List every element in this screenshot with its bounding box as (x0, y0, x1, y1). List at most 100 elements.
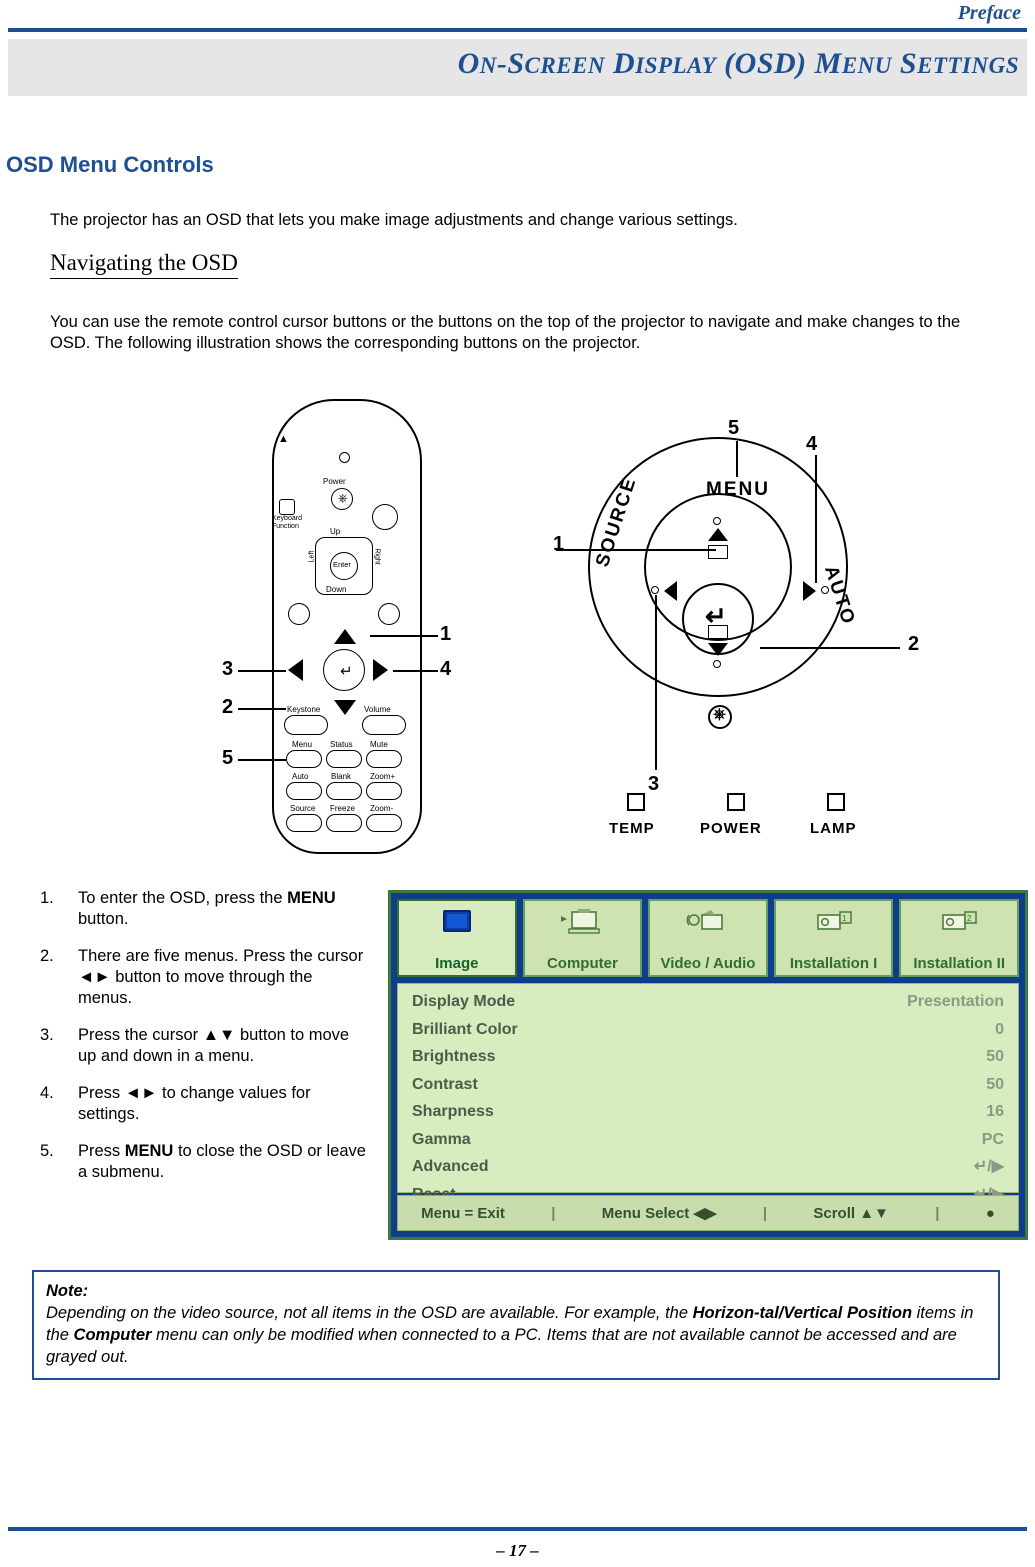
osd-tab-label: Installation II (913, 955, 1006, 972)
step-number: 3. (40, 1026, 54, 1044)
temp-led-icon (627, 793, 645, 811)
osd-footer-separator-3: | (935, 1204, 940, 1222)
keypad-left-arrow-icon[interactable] (664, 581, 677, 601)
remote-callout-4: 4 (440, 658, 452, 680)
remote-label-status: Status (330, 740, 353, 749)
power-led-label: POWER (700, 820, 762, 837)
remote-auto-button[interactable] (286, 782, 322, 800)
remote-arrow-up-icon[interactable] (334, 629, 356, 644)
osd-menu-item[interactable]: Display Mode Presentation (412, 988, 1004, 1016)
osd-menu-list: Display Mode Presentation Brilliant Color 0… (397, 983, 1019, 1203)
computer-icon (560, 908, 604, 938)
remote-label-keyboard-function: Keyboard Function (272, 515, 302, 530)
page-title: OSD Menu Controls (6, 152, 214, 177)
instruction-step-5: 5. Press MENU to close the OSD or leave a… (36, 1141, 366, 1183)
osd-item-label: Sharpness (412, 1103, 494, 1120)
sub-heading: Navigating the OSD (50, 250, 238, 279)
remote-label-volume: Volume (364, 705, 391, 714)
remote-leader-4 (393, 670, 438, 672)
osd-item-value: 0 (995, 1020, 1004, 1038)
remote-arrow-down-icon[interactable] (334, 700, 356, 715)
osd-tab-computer[interactable]: Computer (522, 899, 643, 977)
osd-tab-label: Installation I (789, 955, 878, 972)
remote-status-button[interactable] (326, 750, 362, 768)
osd-tab-bar: Image Computer Video / Audio 1 Installation … (397, 899, 1019, 977)
power-icon: ⎈ (713, 706, 726, 723)
remote-led (339, 452, 350, 463)
keypad-leader-5 (736, 441, 738, 477)
osd-menu-item[interactable]: Brilliant Color 0 (412, 1016, 1004, 1044)
intro-paragraph: The projector has an OSD that lets you m… (50, 211, 738, 229)
remote-leader-2 (238, 708, 286, 710)
remote-callout-3: 3 (222, 658, 234, 680)
keypad-up-arrow-icon[interactable] (708, 528, 728, 541)
step-number: 4. (40, 1084, 54, 1102)
remote-mute-button[interactable] (366, 750, 402, 768)
remote-label-auto: Auto (292, 772, 309, 781)
osd-item-label: Advanced (412, 1158, 489, 1175)
remote-freeze-button[interactable] (326, 814, 362, 832)
keyboard-function-icon[interactable] (279, 499, 295, 515)
remote-label-power: Power (323, 477, 346, 486)
keypad-right-dot (821, 586, 829, 594)
remote-callout-2: 2 (222, 696, 234, 718)
remote-leader-3 (238, 670, 286, 672)
remote-label-zoom-minus: Zoom- (370, 804, 394, 813)
running-header: Preface (957, 2, 1021, 24)
illustration-area: ▲ Power ⎈ Keyboard Function Up Enter Left… (0, 395, 1035, 875)
keypad-right-arrow-icon[interactable] (803, 581, 816, 601)
osd-tab-installation-i[interactable]: 1 Installation I (773, 899, 894, 977)
remote-volume-button[interactable] (362, 715, 406, 735)
remote-leader-5 (238, 759, 286, 761)
remote-blank-button[interactable] (326, 782, 362, 800)
instruction-step-1: 1. To enter the OSD, press the MENU butto… (36, 888, 366, 930)
osd-menu-item[interactable]: Contrast 50 (412, 1071, 1004, 1099)
osd-footer-exit: Menu = Exit (421, 1204, 505, 1222)
remote-source-button[interactable] (286, 814, 322, 832)
remote-enter-icon: ↵ (340, 663, 353, 680)
instruction-steps: 1. To enter the OSD, press the MENU butto… (36, 888, 366, 1199)
keypad-callout-4: 4 (806, 433, 818, 455)
osd-item-value: ↵/▶ (973, 1158, 1004, 1175)
step-number: 1. (40, 889, 54, 907)
remote-indicator (372, 504, 398, 530)
osd-tab-installation-ii[interactable]: 2 Installation II (899, 899, 1019, 977)
remote-zoom-in-button[interactable] (366, 782, 402, 800)
step-text: Press ◄► to change values for settings. (78, 1084, 311, 1123)
remote-label-keystone: Keystone (287, 705, 321, 714)
osd-menu-item[interactable]: Advanced ↵/▶ (412, 1153, 1004, 1181)
keypad-enter-icon[interactable]: ↵ (705, 601, 727, 632)
remote-label-blank: Blank (331, 772, 352, 781)
step-text: Press MENU to close the OSD or leave a s… (78, 1142, 366, 1181)
osd-item-value: 50 (986, 1048, 1004, 1065)
image-icon (435, 908, 479, 938)
remote-arrow-left-icon[interactable] (288, 659, 303, 681)
remote-zoom-out-button[interactable] (366, 814, 402, 832)
keypad-keystone-up-icon (708, 545, 728, 559)
remote-menu-button[interactable] (286, 750, 322, 768)
step-text: Press the cursor ▲▼ button to move up an… (78, 1026, 350, 1065)
osd-menu-item[interactable]: Gamma PC (412, 1126, 1004, 1154)
osd-menu-item[interactable]: Brightness 50 (412, 1043, 1004, 1071)
remote-keystone-button[interactable] (284, 715, 328, 735)
keypad-callout-2: 2 (908, 633, 920, 655)
step-text: To enter the OSD, press the MENU button. (78, 889, 336, 928)
remote-arrow-right-icon[interactable] (373, 659, 388, 681)
remote-label-left: Left (308, 550, 316, 563)
remote-label-down: Down (326, 585, 347, 594)
osd-footer-scroll: Scroll ▲▼ (813, 1204, 889, 1222)
document-page: Preface ON-SCREEN DISPLAY (OSD) MENU SET… (0, 0, 1035, 1567)
ir-emitter-icon: ▲ (278, 433, 289, 445)
instruction-step-2: 2. There are five menus. Press the cursor… (36, 946, 366, 1009)
keypad-down-arrow-icon[interactable] (708, 643, 728, 656)
remote-label-menu: Menu (292, 740, 313, 749)
body-paragraph: You can use the remote control cursor bu… (50, 313, 961, 352)
osd-tab-image[interactable]: Image (397, 899, 517, 977)
osd-tab-video-audio[interactable]: Video / Audio (648, 899, 768, 977)
osd-item-label: Contrast (412, 1075, 478, 1093)
osd-menu-item[interactable]: Sharpness 16 (412, 1098, 1004, 1126)
lamp-led-label: LAMP (810, 820, 857, 837)
note-box: Note: Depending on the video source, not… (32, 1270, 1000, 1380)
power-led-icon (727, 793, 745, 811)
installation-1-icon: 1 (812, 908, 856, 938)
